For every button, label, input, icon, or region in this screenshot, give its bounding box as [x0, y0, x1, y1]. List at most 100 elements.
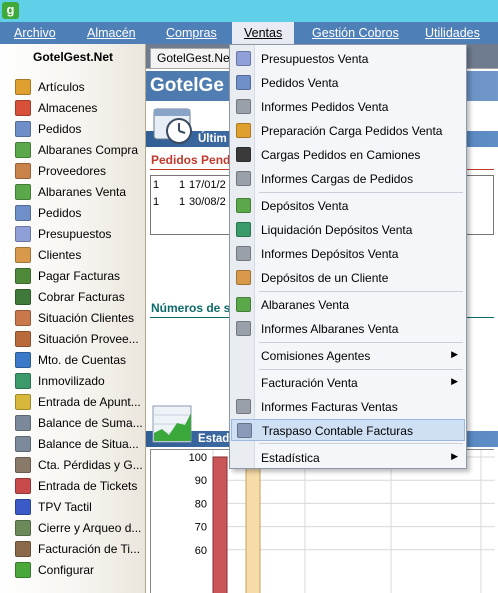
menu-item[interactable]: Cargas Pedidos en Camiones [231, 144, 465, 166]
globe-icon [15, 373, 31, 389]
ultimos-label: Últim [198, 133, 227, 145]
menu-archivo[interactable]: Archivo [14, 22, 56, 44]
person-icon [15, 331, 31, 347]
sidebar-item-label: Entrada de Tickets [38, 479, 138, 493]
menu-item[interactable]: Comisiones Agentes ▶ [231, 345, 465, 367]
sidebar-item[interactable]: Entrada de Apunt... [0, 392, 146, 412]
sidebar-item[interactable]: Clientes [0, 245, 146, 265]
table-cell: 1 [179, 179, 186, 191]
ticket-icon [15, 478, 31, 494]
sidebar-item[interactable]: Mto. de Cuentas [0, 350, 146, 370]
scale-icon [15, 436, 31, 452]
document-green-icon [236, 297, 251, 312]
pencil-icon [15, 394, 31, 410]
sidebar-item[interactable]: Albaranes Compra [0, 140, 146, 160]
menu-compras[interactable]: Compras [166, 22, 217, 44]
menu-almacen[interactable]: Almacén [87, 22, 136, 44]
menu-item-label: Informes Facturas Ventas [261, 400, 398, 414]
sidebar-item[interactable]: Proveedores [0, 161, 146, 181]
sidebar-item-label: Cobrar Facturas [38, 290, 125, 304]
scale-icon [15, 415, 31, 431]
sidebar-item[interactable]: Balance de Situa... [0, 434, 146, 454]
menu-item[interactable]: Depósitos Venta [231, 195, 465, 217]
submenu-arrow-icon: ▶ [451, 349, 458, 359]
sidebar-item-label: Albaranes Venta [38, 185, 127, 199]
sidebar-item[interactable]: Configurar [0, 560, 146, 580]
menu-item[interactable]: Informes Pedidos Venta [231, 96, 465, 118]
table-cell: 30/08/2 [189, 196, 226, 208]
sidebar-title: GotelGest.Net [32, 50, 113, 64]
document-icon [15, 205, 31, 221]
person-icon [15, 163, 31, 179]
numeros-title: Números de s [151, 301, 231, 315]
sidebar-item[interactable]: Presupuestos [0, 224, 146, 244]
menu-item[interactable]: Informes Depósitos Venta [231, 243, 465, 265]
sidebar-item[interactable]: Artículos [0, 77, 146, 97]
chart-canvas: 100 90 80 70 60 [189, 450, 495, 593]
menu-bar: Archivo Almacén Compras Ventas Gestión C… [0, 22, 498, 44]
menu-utilidades[interactable]: Utilidades [425, 22, 480, 44]
deposit-icon [236, 198, 251, 213]
sidebar-item[interactable]: Pedidos [0, 203, 146, 223]
liquidation-icon [236, 222, 251, 237]
menu-item[interactable]: Facturación Venta ▶ [231, 372, 465, 394]
person-icon [236, 270, 251, 285]
warehouse-icon [15, 100, 31, 116]
menu-item-label: Depósitos de un Cliente [261, 271, 389, 285]
sidebar-item[interactable]: Entrada de Tickets [0, 476, 146, 496]
menu-item[interactable]: Presupuestos Venta [231, 48, 465, 70]
sidebar-item[interactable]: Cta. Pérdidas y G... [0, 455, 146, 475]
menu-item[interactable]: Preparación Carga Pedidos Venta [231, 120, 465, 142]
printer-icon [236, 99, 251, 114]
chart-icon [152, 405, 192, 443]
menu-item-label: Informes Pedidos Venta [261, 100, 389, 114]
menu-item-label: Albaranes Venta [261, 298, 350, 312]
sidebar-item-label: Artículos [38, 80, 85, 94]
database-icon [15, 352, 31, 368]
calculator-icon [15, 520, 31, 536]
menu-item-label: Informes Cargas de Pedidos [261, 172, 414, 186]
menu-item[interactable]: Albaranes Venta [231, 294, 465, 316]
table-cell: 1 [153, 196, 160, 208]
sidebar-item-label: Proveedores [38, 164, 107, 178]
sidebar-item[interactable]: TPV Tactil [0, 497, 146, 517]
menu-item[interactable]: Depósitos de un Cliente [231, 267, 465, 289]
estadisticas-label: Estad [198, 433, 230, 445]
sidebar-item[interactable]: Almacenes [0, 98, 146, 118]
menu-item-label: Informes Depósitos Venta [261, 247, 399, 261]
menu-item[interactable]: Informes Facturas Ventas [231, 396, 465, 418]
menu-item-label: Facturación Venta [261, 376, 358, 390]
menu-item[interactable]: Informes Albaranes Venta [231, 318, 465, 340]
menu-item[interactable]: Liquidación Depósitos Venta [231, 219, 465, 241]
sidebar: GotelGest.Net Artículos Almacenes Pedidos A… [0, 44, 146, 593]
menu-ventas[interactable]: Ventas [232, 22, 295, 44]
ventas-dropdown-menu: Presupuestos Venta Pedidos Venta Informes … [229, 44, 467, 469]
menu-gestion-cobros[interactable]: Gestión Cobros [312, 22, 399, 44]
sidebar-item-label: TPV Tactil [38, 500, 92, 514]
sidebar-item[interactable]: Situación Provee... [0, 329, 146, 349]
sidebar-item[interactable]: Pagar Facturas [0, 266, 146, 286]
document-tab[interactable]: GotelGest.Net [150, 48, 240, 68]
y-tick-label: 100 [189, 452, 207, 464]
sidebar-item[interactable]: Balance de Suma... [0, 413, 146, 433]
sidebar-item[interactable]: Cierre y Arqueo d... [0, 518, 146, 538]
menu-item[interactable]: Traspaso Contable Facturas [231, 419, 465, 441]
sidebar-item[interactable]: Facturación de Ti... [0, 539, 146, 559]
menu-item[interactable]: Pedidos Venta [231, 72, 465, 94]
sidebar-item[interactable]: Pedidos [0, 119, 146, 139]
sidebar-item[interactable]: Inmovilizado [0, 371, 146, 391]
document-icon [236, 75, 251, 90]
sidebar-item-label: Balance de Situa... [38, 437, 139, 451]
sidebar-item[interactable]: Situación Clientes [0, 308, 146, 328]
clock-icon [153, 108, 192, 144]
table-cell: 1 [153, 179, 160, 191]
sidebar-item[interactable]: Albaranes Venta [0, 182, 146, 202]
sidebar-item[interactable]: Cobrar Facturas [0, 287, 146, 307]
invoice-icon [15, 541, 31, 557]
menu-item[interactable]: Informes Cargas de Pedidos [231, 168, 465, 190]
truck-icon [236, 147, 251, 162]
menu-item[interactable]: Estadística ▶ [231, 447, 465, 469]
sidebar-item-label: Mto. de Cuentas [38, 353, 127, 367]
chart-bar [212, 456, 228, 593]
y-tick-label: 70 [195, 522, 207, 534]
